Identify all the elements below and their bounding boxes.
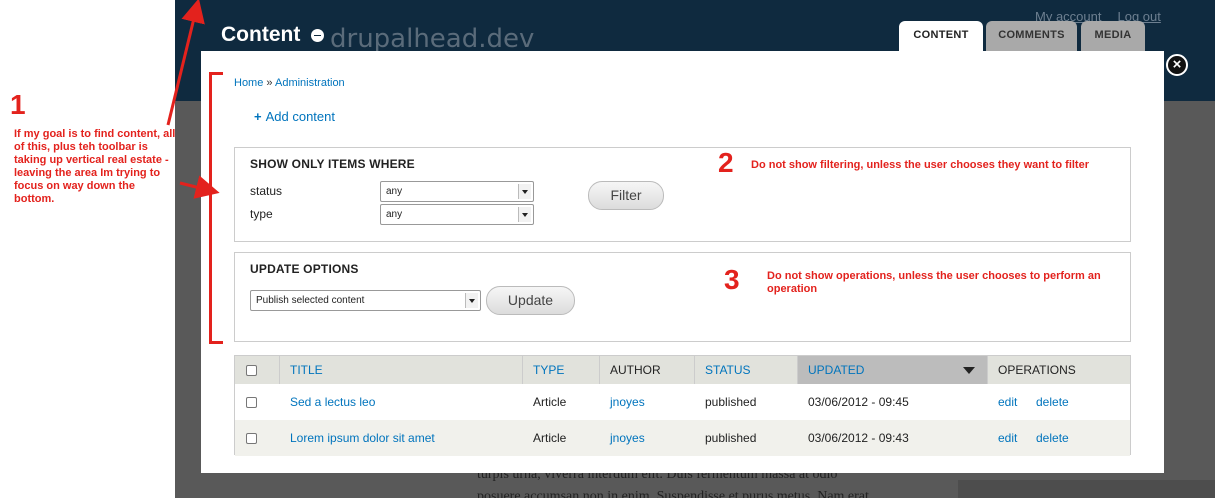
row-delete-link[interactable]: delete [1036,420,1069,456]
collapse-icon[interactable] [311,29,324,42]
update-operation-select[interactable]: Publish selected content [250,290,481,311]
row-title-link[interactable]: Sed a lectus leo [290,384,375,420]
tab-media[interactable]: MEDIA [1081,21,1145,52]
row-checkbox[interactable] [246,433,257,444]
row-status: published [705,431,757,445]
table-header-updated[interactable]: UPDATED [798,356,988,384]
background-text-line: posuere accumsan non in enim. Suspendiss… [477,489,869,498]
tab-comments[interactable]: COMMENTS [986,21,1077,52]
type-label: type [250,207,273,221]
dropdown-arrow-icon [518,184,531,199]
annotation-bracket [209,72,223,344]
type-select[interactable]: any [380,204,534,225]
table-header-select [235,356,280,384]
row-checkbox[interactable] [246,397,257,408]
row-author-link[interactable]: jnoyes [610,384,645,420]
row-type: Article [533,431,567,445]
page-title: Content [221,23,301,46]
row-status: published [705,395,757,409]
status-select[interactable]: any [380,181,534,202]
annotation-text-2: Do not show filtering, unless the user c… [751,159,1089,171]
close-icon[interactable]: × [1166,54,1188,76]
select-all-checkbox[interactable] [246,365,257,376]
add-content-link[interactable]: + Add content [254,109,335,124]
breadcrumb-administration[interactable]: Administration [275,77,345,89]
breadcrumb-separator: » [266,77,273,89]
table-header-author: AUTHOR [600,356,695,384]
table-header-title[interactable]: TITLE [280,356,523,384]
table-row: Sed a lectus leo Article jnoyes publishe… [235,384,1130,420]
status-label: status [250,184,283,198]
site-logo-text: drupalhead.dev [330,24,535,54]
update-options-legend: UPDATE OPTIONS [250,262,359,276]
table-header-status[interactable]: STATUS [695,356,798,384]
breadcrumb-home[interactable]: Home [234,77,263,89]
row-edit-link[interactable]: edit [998,420,1017,456]
filter-legend: SHOW ONLY ITEMS WHERE [250,157,415,171]
row-edit-link[interactable]: edit [998,384,1017,420]
plus-icon: + [254,109,262,124]
breadcrumb: Home » Administration [234,77,345,89]
update-select-value: Publish selected content [256,295,365,306]
add-content-label: Add content [265,109,335,124]
row-updated: 03/06/2012 - 09:45 [808,395,909,409]
type-select-value: any [386,209,403,220]
filter-button[interactable]: Filter [588,181,664,210]
sort-descending-icon [963,367,975,374]
status-select-value: any [386,186,403,197]
row-type: Article [533,395,567,409]
content-table: TITLE TYPE AUTHOR STATUS UPDATED OPERATI… [234,355,1131,456]
tab-content[interactable]: CONTENT [899,21,983,52]
row-updated: 03/06/2012 - 09:43 [808,431,909,445]
annotation-text-3: Do not show operations, unless the user … [767,270,1101,295]
annotation-text-1: If my goal is to find content, all of th… [14,128,176,205]
annotation-number-1: 1 [10,89,26,120]
table-header-operations: OPERATIONS [988,356,1130,384]
row-delete-link[interactable]: delete [1036,384,1069,420]
dropdown-arrow-icon [465,293,478,308]
annotation-number-2: 2 [718,147,734,178]
row-author-link[interactable]: jnoyes [610,420,645,456]
annotation-number-3: 3 [724,264,740,295]
dropdown-arrow-icon [518,207,531,222]
update-button[interactable]: Update [486,286,575,315]
row-title-link[interactable]: Lorem ipsum dolor sit amet [290,420,435,456]
table-row: Lorem ipsum dolor sit amet Article jnoye… [235,420,1130,456]
background-sidebar-block [958,480,1215,498]
table-header-type[interactable]: TYPE [523,356,600,384]
table-header-updated-label: UPDATED [808,363,865,377]
